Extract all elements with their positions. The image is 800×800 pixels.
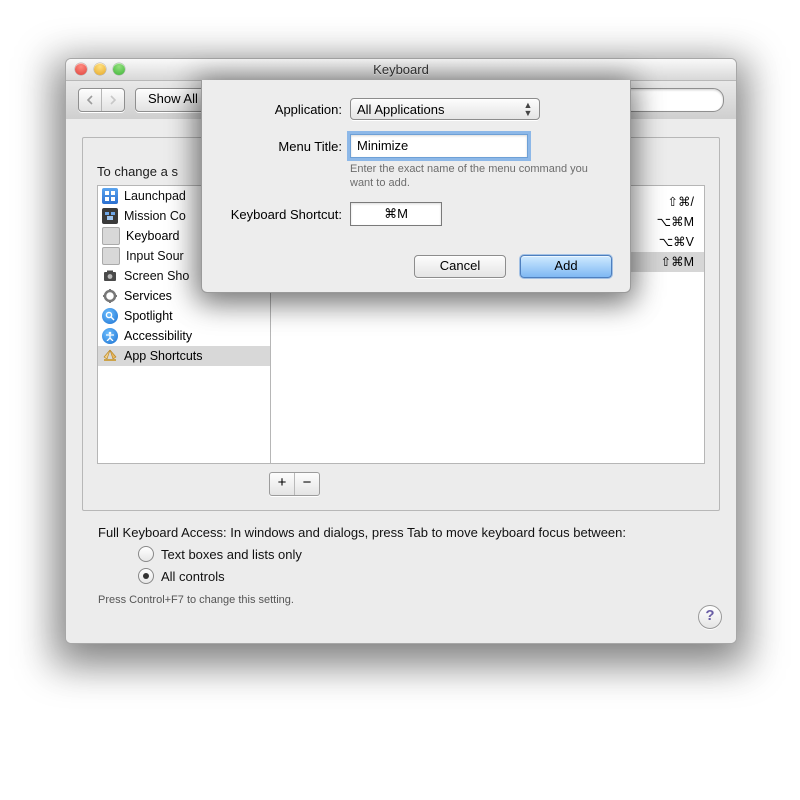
application-label: Application:: [202, 102, 350, 117]
full-keyboard-access: Full Keyboard Access: In windows and dia…: [98, 525, 704, 606]
services-icon: [102, 288, 118, 304]
radio-icon: [138, 546, 154, 562]
fka-option-all[interactable]: All controls: [138, 568, 704, 584]
list-item: Accessibility: [98, 326, 270, 346]
list-item: Spotlight: [98, 306, 270, 326]
keyboard-shortcut-label: Keyboard Shortcut:: [202, 207, 350, 222]
app-shortcuts-icon: [102, 348, 118, 364]
input-sources-icon: [102, 247, 120, 265]
back-button[interactable]: [79, 89, 102, 111]
fka-option-textboxes[interactable]: Text boxes and lists only: [138, 546, 704, 562]
accessibility-icon: [102, 328, 118, 344]
minus-button[interactable]: −: [295, 473, 319, 495]
chevron-updown-icon: ▲▼: [521, 101, 535, 117]
menu-title-label: Menu Title:: [202, 139, 350, 154]
fka-hint: Press Control+F7 to change this setting.: [98, 594, 704, 606]
menu-title-help: Enter the exact name of the menu command…: [350, 162, 600, 190]
mission-control-icon: [102, 208, 118, 224]
plus-button[interactable]: +: [270, 473, 295, 495]
application-popup[interactable]: All Applications ▲▼: [350, 98, 540, 120]
fka-label: Full Keyboard Access: In windows and dia…: [98, 525, 704, 540]
list-item-selected: App Shortcuts: [98, 346, 270, 366]
add-shortcut-sheet: Application: All Applications ▲▼ Menu Ti…: [201, 80, 631, 293]
keyboard-icon: [102, 227, 120, 245]
add-remove-buttons[interactable]: + −: [269, 472, 320, 496]
spotlight-icon: [102, 308, 118, 324]
menu-title-field[interactable]: Minimize: [350, 134, 528, 158]
add-button[interactable]: Add: [520, 255, 612, 278]
nav-back-forward[interactable]: [78, 88, 125, 112]
radio-icon: [138, 568, 154, 584]
screenshots-icon: [102, 268, 118, 284]
forward-button[interactable]: [102, 89, 124, 111]
cancel-button[interactable]: Cancel: [414, 255, 506, 278]
launchpad-icon: [102, 188, 118, 204]
help-button[interactable]: ?: [698, 605, 722, 629]
shortcut-keys-column: ⇧⌘/ ⌥⌘M ⌥⌘V ⇧⌘M: [657, 192, 694, 272]
keyboard-shortcut-field[interactable]: ⌘M: [350, 202, 442, 226]
